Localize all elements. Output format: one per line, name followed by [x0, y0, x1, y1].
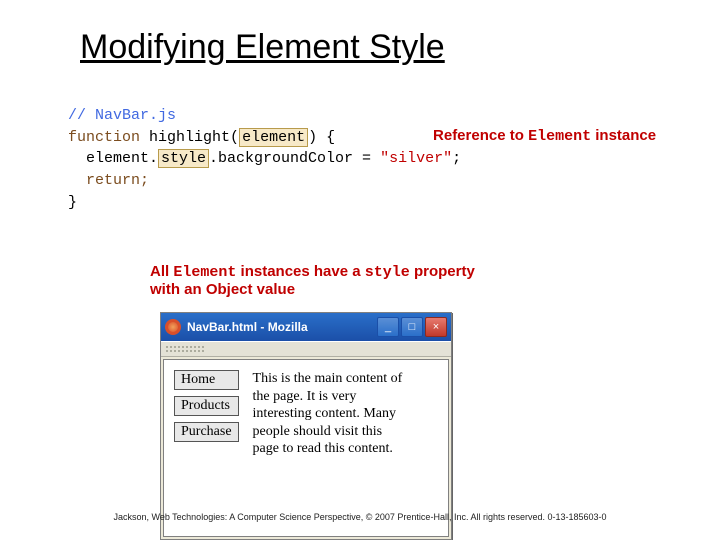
slide-title: Modifying Element Style: [80, 28, 660, 67]
brace-close: }: [68, 194, 77, 211]
maximize-button[interactable]: □: [401, 317, 423, 337]
annot2-c1: Element: [173, 264, 236, 281]
main-content-text: This is the main content of the page. It…: [253, 370, 403, 520]
minimize-button[interactable]: _: [377, 317, 399, 337]
nav-purchase[interactable]: Purchase: [174, 422, 239, 442]
code-snippet: // NavBar.js function highlight(element)…: [68, 83, 660, 257]
annot2-post: property: [410, 263, 475, 280]
annot1-code: Element: [528, 128, 591, 145]
browser-content: Home Products Purchase This is the main …: [163, 359, 449, 537]
toolbar: [161, 341, 451, 357]
browser-window: NavBar.html - Mozilla _ □ × Home Product…: [160, 312, 452, 540]
annot2-pre: All: [150, 263, 173, 280]
annot2-mid: instances have a: [236, 263, 364, 280]
annot1-post: instance: [591, 127, 656, 144]
titlebar: NavBar.html - Mozilla _ □ ×: [161, 313, 451, 341]
kw-function: function: [68, 129, 140, 146]
paren: ) {: [308, 129, 335, 146]
code-l2b: .backgroundColor =: [209, 150, 380, 167]
window-title: NavBar.html - Mozilla: [187, 320, 377, 334]
toolbar-grip: [165, 345, 205, 353]
close-button[interactable]: ×: [425, 317, 447, 337]
code-comment: // NavBar.js: [68, 107, 176, 124]
footer-citation: Jackson, Web Technologies: A Computer Sc…: [0, 512, 720, 522]
mozilla-icon: [165, 319, 181, 335]
annotation-reference: Reference to Element instance: [408, 103, 656, 169]
kw-return: return;: [68, 172, 149, 189]
annotation-style: All Element instances have a style prope…: [150, 263, 660, 298]
nav-column: Home Products Purchase: [174, 370, 239, 520]
func-name: highlight: [149, 129, 230, 146]
annot2-c2: style: [365, 264, 410, 281]
code-l2a: element.: [68, 150, 158, 167]
annot2-line2: with an Object value: [150, 281, 295, 298]
nav-home[interactable]: Home: [174, 370, 239, 390]
style-hilite: style: [158, 149, 209, 168]
annot1-pre: Reference to: [433, 127, 528, 144]
nav-products[interactable]: Products: [174, 396, 239, 416]
param-element-hilite: element: [239, 128, 308, 147]
